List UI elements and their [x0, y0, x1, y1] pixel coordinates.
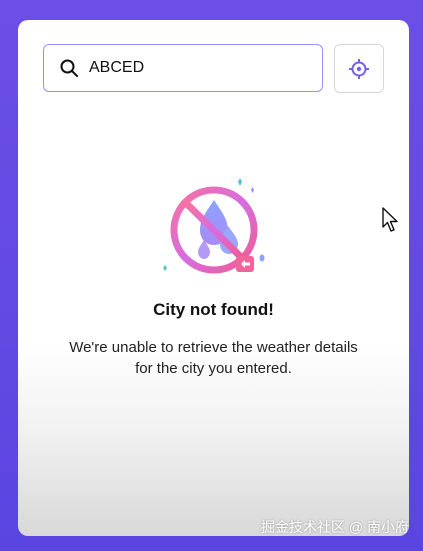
search-icon — [60, 59, 78, 77]
search-input[interactable] — [89, 59, 289, 77]
weather-card: City not found! We're unable to retrieve… — [18, 20, 409, 536]
error-title: City not found! — [153, 300, 274, 319]
location-crosshair-icon — [349, 58, 369, 79]
city-not-found-icon — [163, 178, 265, 274]
watermark: 掘金技术社区 @ 南小府 — [261, 519, 409, 535]
search-box[interactable] — [43, 44, 323, 92]
locate-button[interactable] — [334, 44, 384, 93]
mouse-pointer-icon — [382, 207, 398, 232]
error-message: We're unable to retrieve the weather det… — [69, 339, 358, 377]
